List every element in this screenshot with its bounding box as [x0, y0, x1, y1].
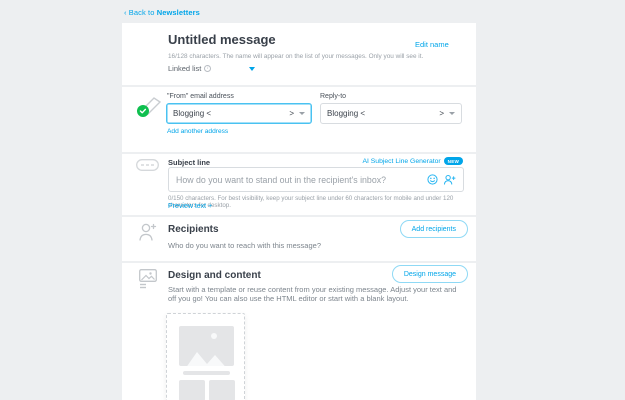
recipients-description: Who do you want to reach with this messa… [168, 241, 321, 250]
new-badge: NEW [444, 157, 463, 165]
message-name-section: Untitled message Edit name 16/128 charac… [122, 23, 476, 85]
thumbnail-mountains-shape [183, 342, 230, 366]
linked-list-row: Linked list i [168, 64, 211, 73]
add-recipients-button[interactable]: Add recipients [400, 220, 468, 238]
personalize-person-plus-icon[interactable] [443, 174, 456, 185]
design-template-icon [137, 267, 159, 289]
reply-to-value: Blogging < [327, 109, 365, 118]
design-message-button[interactable]: Design message [392, 265, 468, 283]
thumbnail-text-line [183, 371, 230, 375]
recipients-title: Recipients [168, 224, 219, 235]
from-address-value: Blogging < [173, 109, 211, 118]
ai-generator-row: AI Subject Line Generator NEW [362, 157, 463, 165]
recipients-section: Recipients Who do you want to reach with… [122, 217, 476, 261]
from-address-pencil-icon [134, 90, 164, 120]
address-section: "From" email address Reply-to Blogging <… [122, 87, 476, 152]
from-address-input[interactable]: Blogging < > [166, 103, 312, 124]
reply-to-bracket: > [439, 109, 444, 118]
subject-section: Subject line AI Subject Line Generator N… [122, 154, 476, 215]
newsletter-setup-page: ‹ Back to Newsletters Untitled message E… [0, 0, 625, 400]
design-title: Design and content [168, 270, 261, 281]
design-description: Start with a template or reuse content f… [168, 286, 465, 303]
reply-to-input[interactable]: Blogging < > [320, 103, 462, 124]
recipients-person-plus-icon [137, 221, 159, 243]
subject-field-icon [136, 159, 159, 171]
page-title: Untitled message [168, 32, 276, 47]
name-char-info: 16/128 characters. The name will appear … [168, 53, 423, 60]
thumbnail-sun-shape [211, 333, 217, 339]
back-arrow-icon: ‹ Back to [124, 8, 157, 17]
from-address-bracket: > [289, 109, 294, 118]
add-another-address-link[interactable]: Add another address [167, 128, 228, 135]
reply-to-chevron-down-icon[interactable] [449, 112, 455, 115]
linked-list-chevron-down-icon[interactable] [249, 67, 255, 71]
from-address-chevron-down-icon[interactable] [299, 112, 305, 115]
template-thumbnail[interactable] [166, 313, 245, 400]
design-section: Design and content Design message Start … [122, 263, 476, 400]
subject-input[interactable] [176, 175, 427, 185]
edit-name-link[interactable]: Edit name [415, 40, 449, 49]
subject-line-label: Subject line [168, 158, 210, 167]
reply-to-label: Reply-to [320, 93, 346, 100]
thumbnail-block-right [209, 380, 235, 400]
back-to-newsletters-link[interactable]: ‹ Back to Newsletters [124, 8, 200, 17]
linked-list-label: Linked list [168, 64, 201, 73]
message-setup-card: Untitled message Edit name 16/128 charac… [122, 23, 476, 400]
ai-subject-generator-link[interactable]: AI Subject Line Generator [362, 158, 440, 165]
subject-char-info: 0/150 characters. For best visibility, k… [168, 195, 476, 209]
thumbnail-image-placeholder [179, 326, 234, 366]
info-icon[interactable]: i [204, 65, 211, 72]
thumbnail-block-left [179, 380, 205, 400]
emoji-icon[interactable] [427, 174, 438, 185]
back-link-bold: Newsletters [157, 8, 200, 17]
preview-text-link[interactable]: Preview text + [168, 203, 212, 210]
from-address-label: "From" email address [167, 93, 234, 100]
subject-input-wrap [168, 167, 464, 192]
